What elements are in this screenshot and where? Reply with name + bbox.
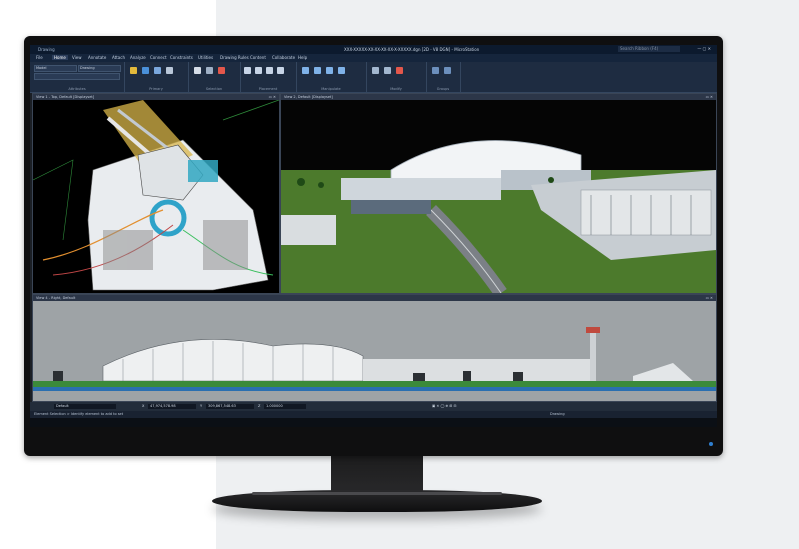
ungroup-icon[interactable] [444, 67, 451, 74]
tab-connect[interactable]: Connect [150, 55, 167, 60]
fence-icon[interactable] [166, 67, 173, 74]
monitor: Drawing XXX-XXXXX-XX-XX-XX-XX-X-XXXXX.dg… [24, 36, 723, 456]
view-1-title-text: View 1 - Top, Default [Displayset] [36, 95, 95, 99]
tab-content[interactable]: Content [250, 55, 266, 60]
ribbon: Model Drawing Attributes Primary Selecti… [30, 62, 717, 93]
trim-icon[interactable] [384, 67, 391, 74]
coordinate-bar: Default X 47,974,578.98 Y 309,867,548.63… [30, 402, 717, 411]
group-icon[interactable] [432, 67, 439, 74]
copy-icon[interactable] [314, 67, 321, 74]
y-coordinate-field[interactable]: 309,867,548.63 [206, 404, 254, 409]
ribbon-group-primary: Primary [124, 62, 189, 92]
elevation-render [33, 301, 716, 401]
x-coordinate-field[interactable]: 47,974,578.98 [148, 404, 196, 409]
snap-toolbar[interactable]: ▣ ✕ ◯ ⊕ ⊞ ⊟ [430, 404, 512, 409]
x-label: X [142, 404, 145, 408]
level-field[interactable]: Default [54, 404, 116, 409]
monitor-stand-base [212, 490, 542, 512]
ribbon-group-label: Groups [436, 87, 450, 91]
ribbon-group-label: Selection [205, 87, 223, 91]
select-all-icon[interactable] [206, 67, 213, 74]
tab-drawing-rules[interactable]: Drawing Rules [220, 55, 249, 60]
window-buttons[interactable]: — ▢ ✕ [697, 46, 711, 51]
status-bar: Element Selection > Identify element to … [30, 411, 717, 418]
place-block-icon[interactable] [266, 67, 273, 74]
element-selection-icon[interactable] [194, 67, 201, 74]
ribbon-group-manipulate: Manipulate [296, 62, 367, 92]
view-4-title-text: View 4 - Right, Default [36, 296, 76, 300]
modify-element-icon[interactable] [372, 67, 379, 74]
delete-icon[interactable] [396, 67, 403, 74]
screen: Drawing XXX-XXXXX-XX-XX-XX-XX-X-XXXXX.dg… [30, 45, 717, 427]
title-bar: Drawing XXX-XXXXX-XX-XX-XX-XX-X-XXXXX.dg… [30, 45, 717, 54]
status-prompt: Element Selection > Identify element to … [34, 412, 124, 416]
ribbon-group-groups: Groups [426, 62, 461, 92]
stand-highlight [252, 492, 502, 495]
ribbon-search-input[interactable]: Search Ribbon (F4) [618, 46, 680, 52]
move-icon[interactable] [302, 67, 309, 74]
taskbar [30, 418, 717, 427]
tab-attach[interactable]: Attach [112, 55, 125, 60]
workflow-selector[interactable]: Drawing [38, 47, 55, 52]
ribbon-group-label: Attributes [68, 87, 86, 91]
active-model[interactable]: Drawing [550, 411, 565, 418]
ribbon-group-label: Manipulate [321, 87, 341, 91]
window-title: XXX-XXXXX-XX-XX-XX-XX-X-XXXXX.dgn [2D - … [344, 47, 480, 52]
tab-collaborate[interactable]: Collaborate [272, 55, 295, 60]
ribbon-group-label: Modify [390, 87, 402, 91]
tab-annotate[interactable]: Annotate [88, 55, 106, 60]
view-2-perspective[interactable]: View 2, Default [Displayset] ▭ ✕ [280, 93, 717, 294]
ribbon-group-attributes: Model Drawing Attributes [30, 62, 125, 92]
power-led-icon [709, 442, 713, 446]
ribbon-tab-bar: File Home View Annotate Attach Analyze C… [30, 54, 717, 62]
place-arc-icon[interactable] [255, 67, 262, 74]
place-line-icon[interactable] [244, 67, 251, 74]
z-coordinate-field[interactable]: 1.000000 [264, 404, 306, 409]
color-weight-row[interactable] [34, 73, 120, 80]
models-icon[interactable] [154, 67, 161, 74]
attach-tools-icon[interactable] [142, 67, 149, 74]
tab-file[interactable]: File [36, 55, 43, 60]
z-label: Z [258, 404, 261, 408]
view-4-right[interactable]: View 4 - Right, Default ▭ ✕ [32, 294, 717, 402]
tab-analyze[interactable]: Analyze [130, 55, 146, 60]
style-combo[interactable]: Drawing [78, 65, 121, 72]
ribbon-group-selection: Selection [188, 62, 241, 92]
level-combo[interactable]: Model [34, 65, 77, 72]
ribbon-group-label: Primary [149, 87, 163, 91]
y-label: Y [200, 404, 203, 408]
scale-icon[interactable] [338, 67, 345, 74]
ribbon-group-label: Placement [258, 87, 278, 91]
view-2-title-text: View 2, Default [Displayset] [284, 95, 333, 99]
tab-utilities[interactable]: Utilities [198, 55, 213, 60]
ribbon-group-placement: Placement [240, 62, 297, 92]
tab-view[interactable]: View [72, 55, 82, 60]
rotate-icon[interactable] [326, 67, 333, 74]
ribbon-group-modify: Modify [366, 62, 427, 92]
perspective-render [281, 100, 716, 293]
view-1-top[interactable]: View 1 - Top, Default [Displayset] ▭ ✕ [32, 93, 280, 294]
explorer-icon[interactable] [130, 67, 137, 74]
tab-help[interactable]: Help [298, 55, 307, 60]
place-text-icon[interactable] [277, 67, 284, 74]
clear-selection-icon[interactable] [218, 67, 225, 74]
tab-home[interactable]: Home [52, 55, 68, 60]
plan-drawing [33, 100, 279, 291]
tab-constraints[interactable]: Constraints [170, 55, 193, 60]
